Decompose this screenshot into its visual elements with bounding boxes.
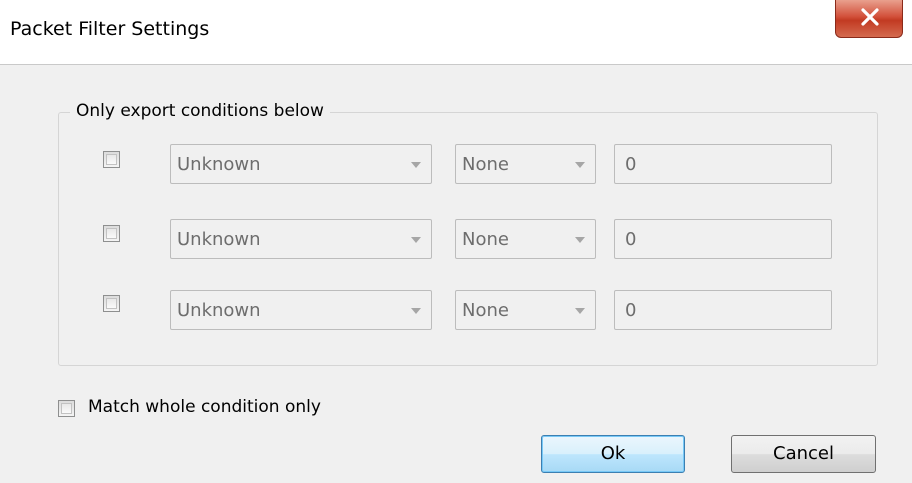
chevron-down-icon [575,308,585,314]
condition-2-operator-value: None [462,229,509,250]
condition-1-value-text: 0 [625,154,637,175]
dialog-body: Only export conditions below Unknown Non… [0,64,912,483]
cancel-button[interactable]: Cancel [731,435,876,473]
condition-3-field-value: Unknown [177,300,261,321]
condition-1-field-value: Unknown [177,154,261,175]
close-icon [861,8,879,26]
condition-1-value-input[interactable]: 0 [614,144,832,184]
condition-1-field-select[interactable]: Unknown [170,144,432,184]
condition-1-checkbox[interactable] [103,151,120,168]
condition-2-operator-select[interactable]: None [455,219,596,259]
match-whole-label[interactable]: Match whole condition only [88,397,321,417]
condition-3-operator-select[interactable]: None [455,290,596,330]
condition-3-value-input[interactable]: 0 [614,290,832,330]
chevron-down-icon [575,162,585,168]
close-button[interactable] [835,0,903,38]
condition-1-operator-select[interactable]: None [455,144,596,184]
condition-3-checkbox[interactable] [103,295,120,312]
condition-2-field-value: Unknown [177,229,261,250]
condition-2-field-select[interactable]: Unknown [170,219,432,259]
condition-2-checkbox[interactable] [103,225,120,242]
chevron-down-icon [411,237,421,243]
conditions-group-label: Only export conditions below [70,101,330,121]
chevron-down-icon [575,237,585,243]
condition-1-operator-value: None [462,154,509,175]
condition-2-value-input[interactable]: 0 [614,219,832,259]
ok-button[interactable]: Ok [541,435,685,473]
condition-3-field-select[interactable]: Unknown [170,290,432,330]
condition-3-operator-value: None [462,300,509,321]
title-bar: Packet Filter Settings [0,0,912,64]
window-title: Packet Filter Settings [10,18,210,40]
chevron-down-icon [411,308,421,314]
condition-2-value-text: 0 [625,229,637,250]
match-whole-checkbox[interactable] [58,400,75,417]
condition-3-value-text: 0 [625,300,637,321]
chevron-down-icon [411,162,421,168]
